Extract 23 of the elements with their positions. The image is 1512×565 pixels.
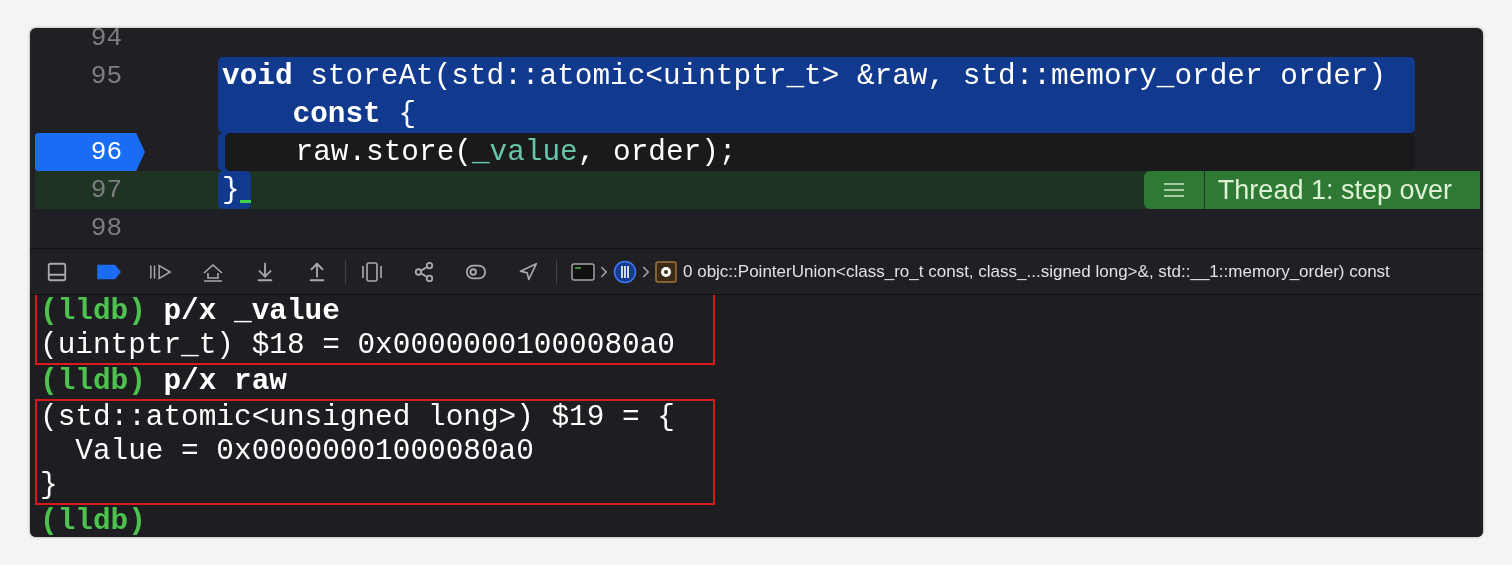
code-line: raw.store(_value, order);: [294, 134, 738, 171]
console-command: (lldb) p/x raw: [39, 365, 288, 399]
line-number: 97: [89, 174, 123, 207]
stack-frame-label[interactable]: 0 objc::PointerUnion<class_ro_t const, class_...signed long>&, std::__1::memory_order) const: [683, 261, 1390, 282]
code-line: const {: [291, 96, 418, 133]
view-hierarchy-icon[interactable]: [360, 259, 384, 284]
console-command: (lldb): [39, 505, 147, 537]
console-command: (lldb) p/x _value: [39, 295, 341, 329]
line-number: 94: [89, 28, 123, 55]
thread-icon[interactable]: [613, 259, 637, 284]
console-output: }: [39, 469, 59, 503]
console-output: (uintptr_t) $18 = 0x00000001000080a0: [39, 329, 676, 363]
console-output: Value = 0x00000001000080a0: [74, 435, 535, 469]
line-number: 98: [89, 212, 123, 245]
code-line: void storeAt(std::atomic<uintptr_t> &raw, std::memory_order order): [222, 58, 1388, 95]
breakpoint-marker[interactable]: 96: [35, 133, 145, 171]
memory-graph-icon[interactable]: [412, 259, 436, 284]
menu-icon[interactable]: [1143, 171, 1204, 209]
console-icon[interactable]: [571, 261, 595, 282]
code-line: }: [222, 171, 251, 209]
thread-annotation: Thread 1: step over: [1204, 171, 1480, 209]
console-output: (std::atomic<unsigned long>) $19 = {: [39, 401, 676, 435]
line-number: 95: [89, 60, 123, 93]
